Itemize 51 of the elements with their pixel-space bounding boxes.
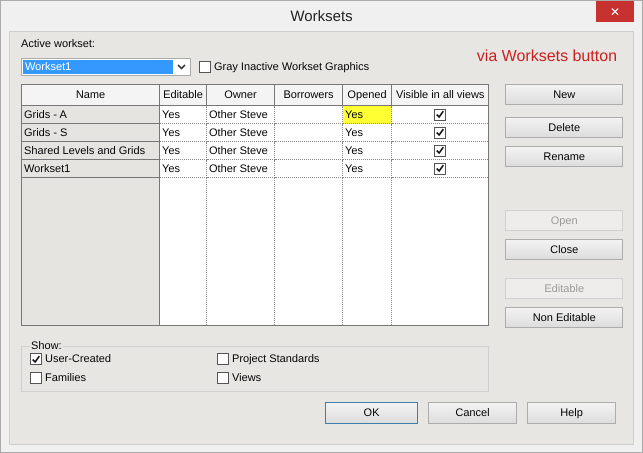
side-button[interactable]: Non Editable: [505, 307, 623, 328]
table-cell: Other Steve: [207, 106, 275, 124]
table-cell: Yes: [343, 160, 392, 178]
column-header[interactable]: Borrowers: [275, 85, 343, 106]
table-cell[interactable]: Shared Levels and Grids: [22, 142, 160, 160]
table-cell: Yes: [160, 160, 207, 178]
window-title: Worksets: [290, 8, 353, 24]
column-header[interactable]: Owner: [207, 85, 275, 106]
table-cell: Other Steve: [207, 124, 275, 142]
table-cell[interactable]: Grids - S: [22, 124, 160, 142]
dialog-button[interactable]: Help: [527, 402, 616, 424]
side-button[interactable]: Rename: [505, 146, 623, 167]
column-header[interactable]: Editable: [160, 85, 207, 106]
table-cell: Yes: [160, 124, 207, 142]
checkbox[interactable]: [217, 353, 229, 365]
dialog-button[interactable]: OK: [325, 402, 418, 424]
checkbox[interactable]: [30, 372, 42, 384]
table-cell[interactable]: Grids - A: [22, 106, 160, 124]
checkbox[interactable]: [434, 144, 446, 156]
empty-cell: [275, 124, 343, 142]
table-cell: Yes: [343, 124, 392, 142]
table-cell: Yes: [160, 142, 207, 160]
show-option-checkbox[interactable]: Project Standards: [217, 353, 480, 365]
table-cell: Other Steve: [207, 142, 275, 160]
empty-cell: [275, 142, 343, 160]
column-header[interactable]: Name: [22, 85, 160, 106]
table-cell: Yes: [343, 142, 392, 160]
table-cell: Other Steve: [207, 160, 275, 178]
group-label: Show:: [30, 340, 63, 352]
side-button[interactable]: Close: [505, 239, 623, 260]
table-cell: Yes: [343, 106, 392, 124]
show-option-checkbox[interactable]: Views: [217, 372, 480, 384]
annotation-text: via Worksets button: [476, 48, 617, 66]
table-cell[interactable]: Workset1: [22, 160, 160, 178]
show-option-checkbox[interactable]: Families: [30, 372, 217, 384]
active-workset-label: Active workset:: [21, 38, 96, 50]
column-header[interactable]: Visible in all views: [392, 85, 488, 106]
dialog-button[interactable]: Cancel: [428, 402, 517, 424]
checkbox[interactable]: [199, 61, 211, 73]
checkbox[interactable]: [217, 372, 229, 384]
checkbox[interactable]: [434, 162, 446, 174]
checkbox[interactable]: [434, 126, 446, 138]
checkbox[interactable]: [30, 353, 42, 365]
side-button[interactable]: Delete: [505, 117, 623, 138]
checkbox[interactable]: [434, 108, 446, 120]
close-button[interactable]: ✕: [596, 1, 634, 22]
column-header[interactable]: Opened: [343, 85, 392, 106]
side-button[interactable]: New: [505, 84, 623, 105]
caret-icon: [177, 64, 186, 70]
show-option-checkbox[interactable]: User-Created: [30, 353, 217, 365]
table-cell: Yes: [160, 106, 207, 124]
